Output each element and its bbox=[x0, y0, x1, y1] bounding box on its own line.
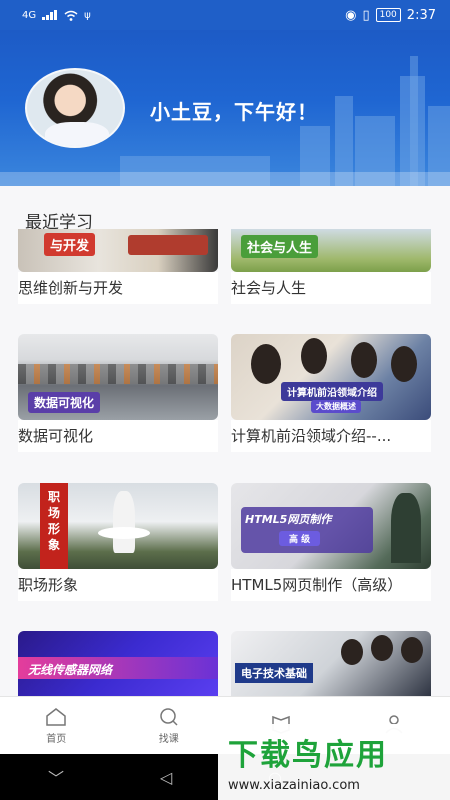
course-title: HTML5网页制作（高级） bbox=[231, 569, 431, 601]
course-card[interactable]: 电子技术基础 bbox=[231, 631, 431, 696]
greeting-text: 小土豆，下午好！ bbox=[150, 100, 318, 124]
home-icon bbox=[46, 707, 66, 726]
thumbnail-label: 数据可视化 bbox=[28, 392, 101, 413]
course-title: 数据可视化 bbox=[18, 420, 218, 452]
thumbnail-label: 计算机前沿领域介绍 bbox=[281, 382, 383, 401]
course-card[interactable]: 数据可视化 数据可视化 bbox=[18, 334, 218, 452]
thumbnail-label: 与开发 bbox=[44, 233, 96, 256]
course-thumbnail: 数据可视化 bbox=[18, 334, 218, 420]
usb-icon: ψ bbox=[84, 9, 91, 21]
thumbnail-sublabel: 大数据概述 bbox=[311, 400, 361, 413]
course-thumbnail: HTML5网页制作 高 级 bbox=[231, 483, 431, 569]
nav-find-course[interactable]: 找课 bbox=[113, 697, 226, 754]
course-thumbnail: 社会与人生 bbox=[231, 229, 431, 272]
watermark: 下载鸟应用 www.xiazainiao.com bbox=[218, 724, 450, 800]
course-card[interactable]: 职场形象 职场形象 bbox=[18, 483, 218, 601]
nav-label: 找课 bbox=[158, 733, 179, 745]
course-thumbnail: 电子技术基础 bbox=[231, 631, 431, 696]
course-title: 职场形象 bbox=[18, 569, 218, 601]
course-thumbnail: 职场形象 bbox=[18, 483, 218, 569]
chevron-down-icon[interactable]: ﹀ bbox=[48, 765, 64, 789]
thumbnail-label: 无线传感器网络 bbox=[28, 663, 113, 677]
signal-icon: 4G bbox=[22, 9, 37, 21]
watermark-url: www.xiazainiao.com bbox=[228, 778, 360, 793]
thumbnail-label: HTML5网页制作 bbox=[245, 513, 332, 526]
course-thumbnail: 与开发 bbox=[18, 229, 218, 272]
course-title: 社会与人生 bbox=[231, 272, 431, 304]
thumbnail-sublabel: 高 级 bbox=[279, 531, 321, 546]
course-card[interactable]: 无线传感器网络 bbox=[18, 631, 218, 696]
nav-label: 首页 bbox=[46, 733, 67, 745]
recent-study-section: 最近学习 与开发 思维创新与开发 社会与人生 社会与人生 数据可视化 数据可视化 bbox=[0, 186, 450, 696]
screen: { "status_bar": { "signal": "4G", "time"… bbox=[0, 0, 450, 800]
course-thumbnail: 无线传感器网络 bbox=[18, 631, 218, 696]
status-bar: 4G ψ ◉ ▯ 100 2:37 bbox=[0, 0, 450, 30]
thumbnail-label: 电子技术基础 bbox=[235, 663, 313, 683]
vibrate-icon: ▯ bbox=[362, 7, 370, 23]
thumbnail-label: 职场形象 bbox=[47, 490, 60, 552]
back-icon[interactable]: ◁ bbox=[160, 768, 172, 787]
course-thumbnail: 计算机前沿领域介绍 大数据概述 bbox=[231, 334, 431, 420]
eye-icon: ◉ bbox=[345, 7, 357, 23]
nav-home[interactable]: 首页 bbox=[0, 697, 113, 754]
course-title: 计算机前沿领域介绍--... bbox=[231, 420, 431, 452]
course-card[interactable]: 与开发 思维创新与开发 bbox=[18, 229, 218, 304]
wifi-icon bbox=[64, 10, 78, 21]
course-card[interactable]: 社会与人生 社会与人生 bbox=[231, 229, 431, 304]
course-card[interactable]: 计算机前沿领域介绍 大数据概述 计算机前沿领域介绍--... bbox=[231, 334, 431, 452]
battery-icon: 100 bbox=[375, 8, 401, 22]
signal-bars-icon bbox=[42, 10, 58, 20]
course-title: 思维创新与开发 bbox=[18, 272, 218, 304]
status-time: 2:37 bbox=[406, 7, 436, 23]
search-icon bbox=[160, 707, 178, 726]
thumbnail-label: 社会与人生 bbox=[241, 235, 319, 258]
header-banner: 小土豆，下午好！ bbox=[0, 30, 450, 186]
watermark-logo: 下载鸟应用 bbox=[228, 738, 388, 773]
course-card[interactable]: HTML5网页制作 高 级 HTML5网页制作（高级） bbox=[231, 483, 431, 601]
user-avatar[interactable] bbox=[25, 68, 125, 148]
